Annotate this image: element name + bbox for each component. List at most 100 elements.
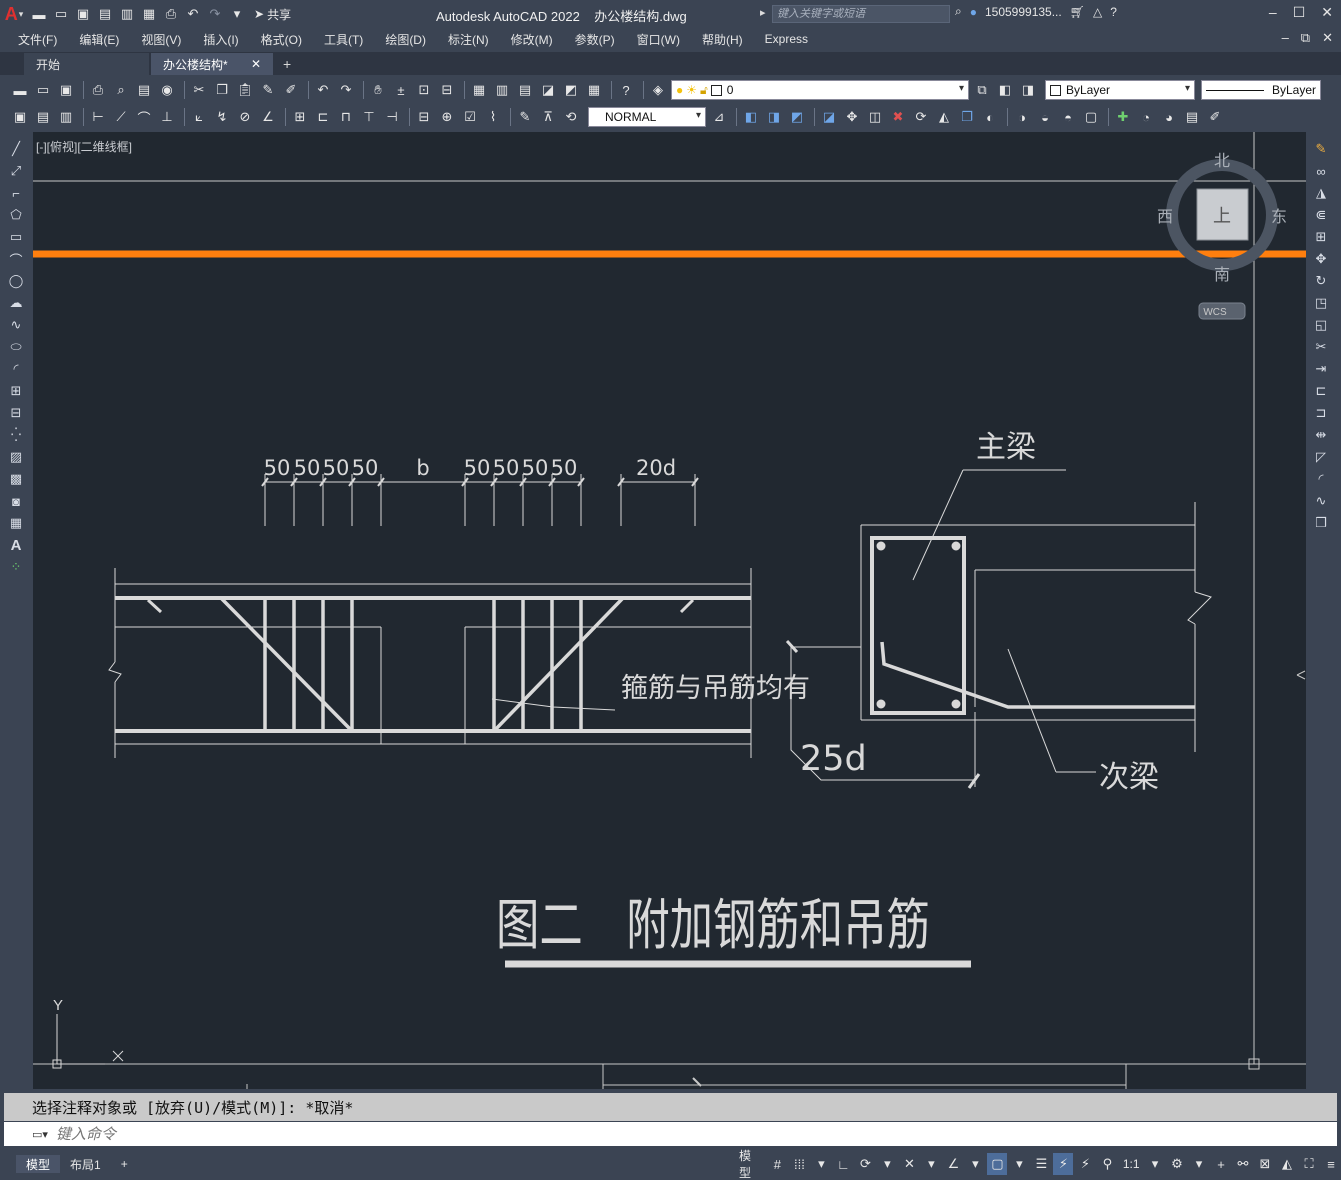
circle-icon[interactable]: ◯	[7, 272, 25, 290]
isodraft-icon[interactable]: ✕	[899, 1153, 919, 1175]
design-center-icon[interactable]: ▥	[492, 80, 512, 100]
cart-icon[interactable]: 🛒︎	[1070, 5, 1085, 19]
auto-scale-icon[interactable]: ⚡	[1075, 1153, 1095, 1175]
layout-tab-model[interactable]: 模型	[16, 1155, 61, 1173]
zoom-window-icon[interactable]: ⊡	[414, 80, 434, 100]
revision-cloud-icon[interactable]: ☁︎	[7, 294, 25, 312]
pan-icon[interactable]: ✋︎	[368, 80, 388, 100]
grid-icon[interactable]: #	[767, 1153, 787, 1175]
radius-dim-icon[interactable]: ⟀	[189, 107, 209, 127]
lineweight-icon[interactable]: ☰	[1031, 1153, 1051, 1175]
new-icon[interactable]: ▬	[10, 80, 30, 100]
layer-dropdown[interactable]: ● ☀ 🔓︎ 0 ▾	[671, 80, 969, 100]
doc-restore-icon[interactable]: ⧉	[1301, 30, 1310, 46]
search-icon[interactable]: ⌕	[955, 4, 962, 19]
taper-faces-icon[interactable]: ◭	[934, 107, 954, 127]
redo-icon[interactable]: ↷	[336, 80, 356, 100]
layer-previous-icon[interactable]: ◧	[995, 80, 1015, 100]
hatch-icon[interactable]: ▨	[7, 448, 25, 466]
menu-insert[interactable]: 插入(I)	[203, 31, 238, 48]
autodesk-app-icon[interactable]: △	[1093, 5, 1102, 19]
polyline-icon[interactable]: ⌐	[7, 184, 25, 202]
ordinate-dim-icon[interactable]: ⊥	[157, 107, 177, 127]
fillet-icon[interactable]: ◜	[1312, 470, 1330, 488]
offset-icon[interactable]: ⋐	[1312, 206, 1330, 224]
redo-icon[interactable]: ↷	[206, 5, 224, 23]
user-icon[interactable]: ●	[970, 5, 977, 19]
mtext-icon[interactable]: A	[7, 536, 25, 554]
properties-icon[interactable]: ▦	[469, 80, 489, 100]
draw-order-icon[interactable]: ▣	[10, 107, 30, 127]
break-icon[interactable]: ⊐	[1312, 404, 1330, 422]
arc-icon[interactable]: ⌒	[7, 250, 25, 268]
3d-dwf-icon[interactable]: ◉	[157, 80, 177, 100]
subtract-icon[interactable]: ◨	[764, 107, 784, 127]
menu-file[interactable]: 文件(F)	[18, 31, 57, 48]
viewcube[interactable]: 上 北 南 东 西 WCS	[1157, 152, 1287, 320]
drawing-area[interactable]: [-][俯视][二维线框] 上 北 南 东 西 WCS 50 50 50 50 …	[33, 132, 1306, 1089]
help-icon[interactable]: ?	[1110, 5, 1117, 19]
aligned-dim-icon[interactable]: ⟋	[111, 107, 131, 127]
menu-dimension[interactable]: 标注(N)	[448, 31, 489, 48]
table-icon[interactable]: ▦	[7, 514, 25, 532]
copy-faces-icon[interactable]: ❐	[957, 107, 977, 127]
object-snap-icon[interactable]: ▢	[987, 1153, 1008, 1175]
break-at-point-icon[interactable]: ⊏	[1312, 382, 1330, 400]
viewport-controls[interactable]: [-][俯视][二维线框]	[36, 138, 132, 155]
blend-curves-icon[interactable]: ∿	[1312, 492, 1330, 510]
new-tab-button[interactable]: +	[283, 56, 291, 72]
layout-tab-1[interactable]: 布局1	[60, 1155, 111, 1173]
search-expand-icon[interactable]: ▸	[760, 6, 766, 19]
rotate-faces-icon[interactable]: ⟳	[911, 107, 931, 127]
menu-modify[interactable]: 修改(M)	[511, 31, 553, 48]
save-icon[interactable]: ▣	[56, 80, 76, 100]
arc-length-icon[interactable]: ⌒	[134, 107, 154, 127]
center-mark-icon[interactable]: ⊕	[437, 107, 457, 127]
tab-start[interactable]: 开始	[24, 53, 149, 75]
menu-format[interactable]: 格式(O)	[261, 31, 302, 48]
make-block-icon[interactable]: ⊟	[7, 404, 25, 422]
snap-icon[interactable]: ⁞⁞⁞	[789, 1153, 809, 1175]
save-icon[interactable]: ▣	[74, 5, 92, 23]
inspect-icon[interactable]: ☑	[460, 107, 480, 127]
check-icon[interactable]: ✚	[1113, 107, 1133, 127]
plot-icon[interactable]: ⎙	[88, 80, 108, 100]
maximize-icon[interactable]: ☐	[1293, 4, 1306, 21]
command-input-bar[interactable]: ▭▾	[4, 1122, 1337, 1146]
menu-draw[interactable]: 绘图(D)	[385, 31, 426, 48]
tool-palettes-icon[interactable]: ▤	[515, 80, 535, 100]
polygon-icon[interactable]: ⬠	[7, 206, 25, 224]
linetype-dropdown[interactable]: ByLayer	[1201, 80, 1321, 100]
chamfer-icon[interactable]: ◸	[1312, 448, 1330, 466]
dim-update-icon[interactable]: ⟲	[561, 107, 581, 127]
continue-dim-icon[interactable]: ⊓	[336, 107, 356, 127]
region-icon[interactable]: ◙	[7, 492, 25, 510]
cut-icon[interactable]: ✂	[189, 80, 209, 100]
layer-match-icon[interactable]: ◨	[1018, 80, 1038, 100]
quick-properties-icon[interactable]: ⊠	[1255, 1153, 1275, 1175]
units-icon[interactable]: ⚯	[1233, 1153, 1253, 1175]
dim-break-icon[interactable]: ⊣	[382, 107, 402, 127]
export-icon[interactable]: ▦	[140, 5, 158, 23]
text-edit-icon[interactable]: ▤	[33, 107, 53, 127]
dim-edit-icon[interactable]: ✎	[515, 107, 535, 127]
chevron-down-icon[interactable]: ▾	[811, 1153, 831, 1175]
dim-text-edit-icon[interactable]: ⊼	[538, 107, 558, 127]
annotation-scale-value[interactable]: 1:1	[1119, 1153, 1143, 1175]
interfere-icon[interactable]: ▤	[1182, 107, 1202, 127]
ellipse-arc-icon[interactable]: ◜	[7, 360, 25, 378]
rotate-icon[interactable]: ↻	[1312, 272, 1330, 290]
move-icon[interactable]: ✥	[1312, 250, 1330, 268]
match-properties-icon[interactable]: ✎	[258, 80, 278, 100]
gradient-icon[interactable]: ▩	[7, 470, 25, 488]
imprint-icon[interactable]: ◑	[1012, 107, 1032, 127]
new-file-icon[interactable]: ▬	[30, 5, 48, 23]
chevron-down-icon[interactable]: ▾	[1009, 1153, 1029, 1175]
search-input[interactable]: 键入关键字或短语	[772, 5, 950, 23]
erase-icon[interactable]: ✎	[1312, 140, 1330, 158]
shell-icon[interactable]: ▢	[1081, 107, 1101, 127]
chevron-down-icon[interactable]: ▾	[1189, 1153, 1209, 1175]
point-icon[interactable]: ⁛	[7, 426, 25, 444]
undo-icon[interactable]: ↶	[184, 5, 202, 23]
fullscreen-icon[interactable]: ⛶	[1299, 1153, 1319, 1175]
